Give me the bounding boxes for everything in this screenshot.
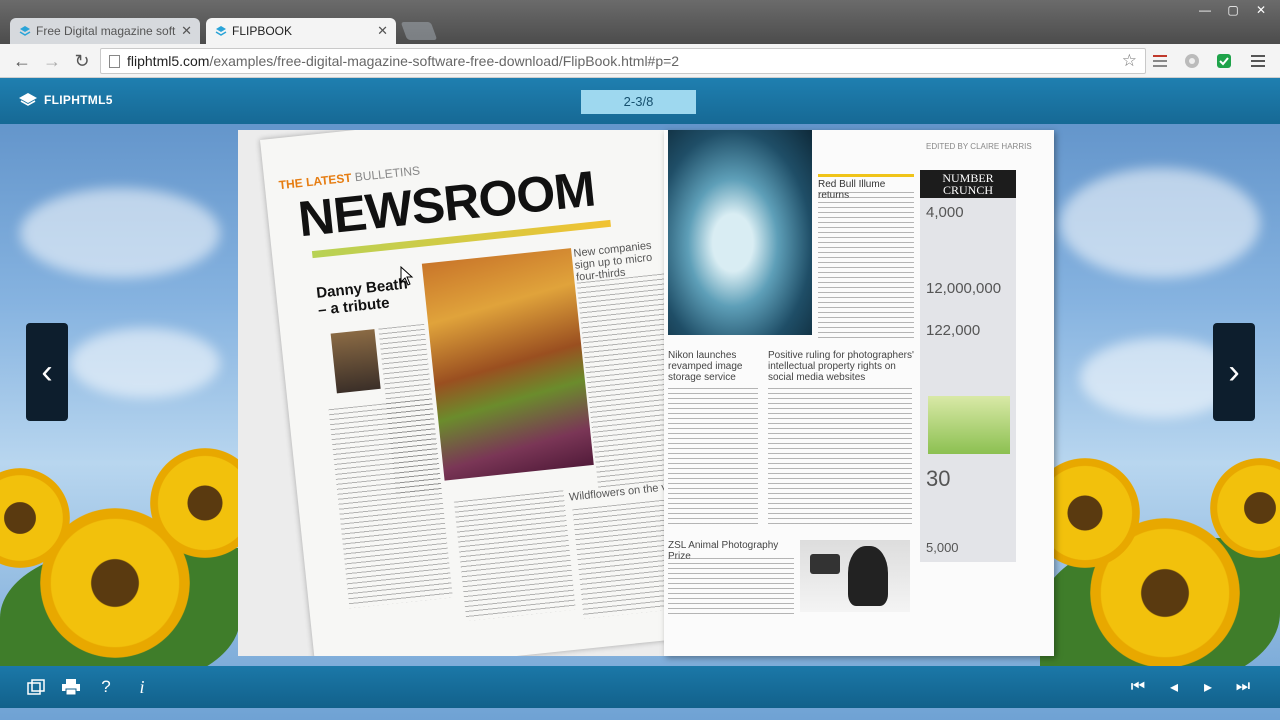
body-text bbox=[453, 490, 576, 622]
magazine-spread[interactable]: THE LATEST BULLETINS NEWSROOM Danny Beat… bbox=[238, 130, 1054, 656]
stat-number: 4,000 bbox=[926, 204, 964, 221]
newsroom-page: THE LATEST BULLETINS NEWSROOM Danny Beat… bbox=[260, 130, 667, 656]
new-tab-button[interactable] bbox=[400, 22, 438, 40]
next-page-icon[interactable]: ▸ bbox=[1196, 675, 1220, 699]
flipbook-viewer: FLIPHTML5 2-3/8 ‹ › THE LATEST BULLETINS… bbox=[0, 78, 1280, 720]
body-text bbox=[572, 496, 667, 619]
extension-green-icon[interactable] bbox=[1215, 52, 1233, 70]
story-title: Danny Beath – a tribute bbox=[315, 275, 409, 319]
flipbook-topbar: FLIPHTML5 2-3/8 bbox=[0, 78, 1280, 124]
menu-icon[interactable] bbox=[1249, 52, 1267, 70]
forward-icon[interactable]: → bbox=[40, 50, 64, 72]
window-controls: — ▢ ✕ bbox=[1192, 2, 1274, 18]
print-icon[interactable] bbox=[59, 675, 83, 699]
number-crunch-heading: NUMBER CRUNCH bbox=[920, 170, 1016, 198]
gorilla-camera-photo bbox=[800, 540, 910, 612]
info-icon[interactable]: i bbox=[130, 675, 154, 699]
help-icon[interactable]: ? bbox=[94, 675, 118, 699]
extension-grid-icon[interactable] bbox=[1151, 52, 1169, 70]
leaf-photo bbox=[928, 396, 1010, 454]
favicon-icon bbox=[19, 26, 31, 36]
body-text bbox=[668, 558, 794, 618]
bookmark-star-icon[interactable]: ☆ bbox=[1122, 51, 1137, 71]
grass-photo bbox=[421, 248, 594, 481]
magazine-right-page[interactable]: EDITED BY CLAIRE HARRIS Red Bull Illume … bbox=[664, 130, 1054, 656]
body-text bbox=[768, 388, 912, 528]
back-icon[interactable]: ← bbox=[10, 50, 34, 72]
url-path: /examples/free-digital-magazine-software… bbox=[209, 53, 680, 69]
mouse-cursor-icon bbox=[400, 266, 414, 286]
maximize-icon[interactable]: ▢ bbox=[1220, 2, 1246, 18]
prev-page-icon[interactable]: ◂ bbox=[1162, 675, 1186, 699]
thumbnails-icon[interactable] bbox=[24, 675, 48, 699]
background-cloud bbox=[20, 188, 220, 278]
address-bar[interactable]: fliphtml5.com/examples/free-digital-maga… bbox=[100, 48, 1146, 74]
close-tab-icon[interactable]: ✕ bbox=[181, 18, 192, 44]
favicon-icon bbox=[215, 26, 227, 36]
ruling-headline: Positive ruling for photographers' intel… bbox=[768, 350, 914, 383]
edited-by-text: EDITED BY CLAIRE HARRIS bbox=[926, 142, 1032, 151]
close-window-icon[interactable]: ✕ bbox=[1248, 2, 1274, 18]
nikon-headline: Nikon launches revamped image storage se… bbox=[668, 350, 743, 383]
tab-title: FLIPBOOK bbox=[232, 24, 293, 38]
chevron-right-icon: › bbox=[1228, 352, 1240, 391]
url-host: fliphtml5.com bbox=[127, 53, 210, 69]
page-icon bbox=[109, 55, 120, 68]
fliphtml5-logo: FLIPHTML5 bbox=[18, 92, 113, 108]
body-text bbox=[328, 398, 453, 609]
page-number-input[interactable]: 2-3/8 bbox=[581, 90, 696, 114]
stat-number: 30 bbox=[926, 466, 951, 491]
last-page-icon[interactable]: ⏭ bbox=[1231, 675, 1255, 699]
flipbook-bottombar: ? i ⏮ ◂ ▸ ⏭ bbox=[0, 666, 1280, 708]
tab-free-digital-magazine[interactable]: Free Digital magazine soft ✕ bbox=[10, 18, 200, 44]
browser-toolbar: ← → ↻ fliphtml5.com/examples/free-digita… bbox=[0, 44, 1280, 78]
close-tab-icon[interactable]: ✕ bbox=[377, 18, 388, 44]
tab-title: Free Digital magazine soft bbox=[36, 24, 176, 38]
minimize-icon[interactable]: — bbox=[1192, 2, 1218, 18]
ice-cave-photo bbox=[668, 130, 812, 335]
url-text: fliphtml5.com/examples/free-digital-maga… bbox=[127, 49, 679, 73]
next-page-button[interactable]: › bbox=[1213, 323, 1255, 421]
number-crunch-box: NUMBER CRUNCH 4,000 12,000,000 122,000 30… bbox=[920, 170, 1016, 562]
extension-globe-icon[interactable] bbox=[1183, 52, 1201, 70]
background-cloud bbox=[70, 328, 220, 398]
previous-page-button[interactable]: ‹ bbox=[26, 323, 68, 421]
background-cloud bbox=[1060, 168, 1260, 278]
logo-text: FLIPHTML5 bbox=[44, 93, 113, 107]
logo-icon bbox=[19, 93, 37, 106]
body-text bbox=[818, 192, 914, 342]
portrait-photo bbox=[330, 329, 381, 394]
stat-number: 12,000,000 bbox=[926, 280, 1002, 297]
chevron-left-icon: ‹ bbox=[41, 352, 53, 391]
magazine-left-page[interactable]: THE LATEST BULLETINS NEWSROOM Danny Beat… bbox=[238, 130, 668, 656]
browser-titlebar: Free Digital magazine soft ✕ FLIPBOOK ✕ … bbox=[0, 0, 1280, 44]
reload-icon[interactable]: ↻ bbox=[70, 50, 94, 72]
body-text bbox=[668, 388, 758, 528]
stat-number: 5,000 bbox=[926, 540, 959, 555]
stat-number: 122,000 bbox=[926, 322, 981, 339]
first-page-icon[interactable]: ⏮ bbox=[1126, 675, 1150, 699]
tab-flipbook[interactable]: FLIPBOOK ✕ bbox=[206, 18, 396, 44]
